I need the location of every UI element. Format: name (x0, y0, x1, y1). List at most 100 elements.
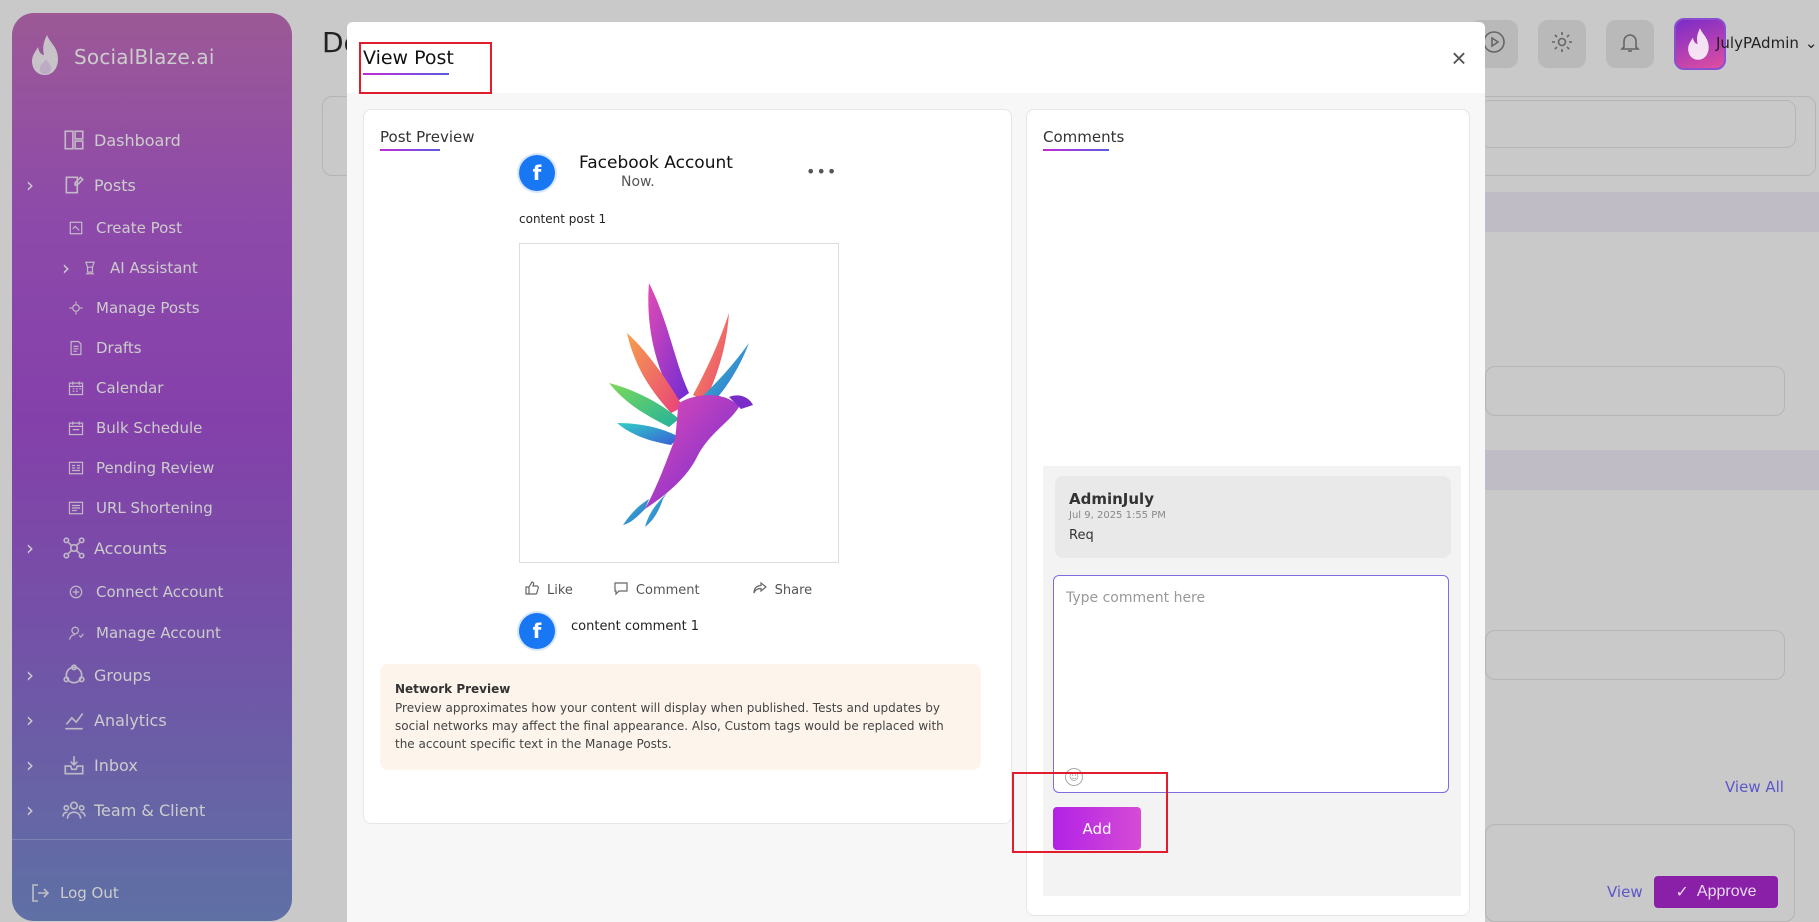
chevron-right-icon[interactable]: › (26, 798, 34, 822)
preview-comment-text: content comment 1 (571, 619, 700, 634)
brand-name: SocialBlaze.ai (74, 45, 215, 69)
calendar-icon (64, 376, 88, 400)
bell-icon (1618, 30, 1642, 58)
sidebar-item-bulk-schedule[interactable]: Bulk Schedule (64, 413, 202, 443)
accounts-icon (62, 536, 86, 560)
sidebar-item-label: Team & Client (94, 800, 206, 820)
background-field (1485, 366, 1785, 416)
comment-input[interactable] (1053, 575, 1449, 793)
sidebar-item-team-client[interactable]: › Team & Client (26, 795, 206, 825)
logout-label: Log Out (60, 884, 119, 902)
url-shortening-icon (64, 496, 88, 520)
notice-title: Network Preview (395, 682, 511, 696)
background-field (1480, 100, 1796, 148)
section-underline (380, 149, 440, 151)
view-link[interactable]: View (1607, 883, 1643, 901)
sidebar-item-label: Inbox (94, 755, 138, 775)
user-name: JulyPAdmin (1716, 34, 1799, 52)
chevron-right-icon[interactable]: › (26, 663, 34, 687)
chevron-down-icon: ⌄ (1804, 34, 1818, 52)
thumbs-up-icon (524, 580, 540, 600)
close-button[interactable]: × (1445, 42, 1473, 73)
close-icon: × (1451, 42, 1467, 73)
logout-icon (28, 881, 52, 905)
post-preview-panel: Post Preview f Facebook Account Now. •••… (363, 109, 1012, 824)
manage-account-icon (64, 621, 88, 645)
highlight-box-title (359, 42, 492, 94)
dashboard-icon (62, 128, 86, 152)
share-icon (752, 580, 768, 600)
post-image (519, 243, 839, 563)
approve-label: Approve (1696, 883, 1757, 900)
background-field (1485, 630, 1785, 680)
post-content: content post 1 (519, 212, 607, 226)
topbar (1470, 18, 1726, 70)
chevron-right-icon[interactable]: › (26, 536, 34, 560)
logout-button[interactable]: Log Out (28, 878, 119, 908)
sidebar-item-pending-review[interactable]: Pending Review (64, 453, 214, 483)
manage-posts-icon (64, 296, 88, 320)
bird-illustration (609, 283, 753, 527)
chevron-right-icon[interactable]: › (26, 708, 34, 732)
sidebar-item-ai-assistant[interactable]: › AI Assistant (62, 253, 198, 283)
sidebar-item-label: Connect Account (96, 583, 224, 601)
sidebar-item-manage-account[interactable]: Manage Account (64, 618, 221, 648)
post-actions: Like Comment Share (524, 580, 812, 600)
user-menu[interactable]: JulyPAdmin ⌄ (1716, 34, 1817, 52)
approve-button[interactable]: ✓ Approve (1654, 876, 1778, 908)
background-band (1485, 450, 1819, 490)
like-label: Like (547, 582, 573, 598)
settings-button[interactable] (1538, 20, 1586, 68)
flame-logo-icon (28, 33, 66, 81)
sidebar-item-analytics[interactable]: › Analytics (26, 705, 167, 735)
comment-button[interactable]: Comment (613, 580, 700, 600)
post-preview-title: Post Preview (380, 128, 475, 151)
chevron-right-icon[interactable]: › (26, 753, 34, 777)
analytics-icon (62, 708, 86, 732)
sidebar-item-manage-posts[interactable]: Manage Posts (64, 293, 200, 323)
sidebar-item-posts[interactable]: › Posts (26, 170, 136, 200)
sidebar-item-calendar[interactable]: Calendar (64, 373, 163, 403)
sidebar-item-accounts[interactable]: › Accounts (26, 533, 167, 563)
sidebar-item-url-shortening[interactable]: URL Shortening (64, 493, 213, 523)
comments-title: Comments (1043, 128, 1124, 151)
share-label: Share (774, 582, 813, 598)
section-underline (1043, 149, 1109, 151)
comment-text: Req (1069, 528, 1094, 543)
sidebar-item-groups[interactable]: › Groups (26, 660, 151, 690)
sidebar-item-label: Dashboard (94, 130, 181, 150)
notifications-button[interactable] (1606, 20, 1654, 68)
share-button[interactable]: Share (752, 580, 813, 600)
sidebar-item-create-post[interactable]: Create Post (64, 213, 182, 243)
preview-comment: f content comment 1 (519, 613, 699, 649)
sidebar-item-inbox[interactable]: › Inbox (26, 750, 138, 780)
chevron-right-icon[interactable]: › (62, 256, 70, 280)
comment-bubble-icon (613, 580, 629, 600)
view-all-link[interactable]: View All (1725, 778, 1784, 796)
sidebar-item-label: Pending Review (96, 459, 215, 477)
sidebar-item-connect-account[interactable]: Connect Account (64, 577, 223, 607)
pending-review-icon (64, 456, 88, 480)
sidebar: SocialBlaze.ai Dashboard › Posts Create Pos… (12, 13, 292, 921)
sidebar-item-label: Accounts (94, 538, 167, 558)
sidebar-item-dashboard[interactable]: Dashboard (62, 125, 181, 155)
view-post-modal: View Post × Post Preview f Facebook Acco… (347, 22, 1485, 922)
sidebar-item-label: Analytics (94, 710, 167, 730)
sidebar-item-label: Posts (94, 175, 136, 195)
like-button[interactable]: Like (524, 580, 573, 600)
connect-account-icon (64, 580, 88, 604)
sidebar-item-label: Manage Account (96, 624, 221, 642)
check-icon: ✓ (1675, 884, 1689, 901)
chevron-right-icon[interactable]: › (26, 173, 34, 197)
post-account-name: Facebook Account (579, 153, 733, 173)
more-options-icon[interactable]: ••• (806, 162, 837, 181)
brand[interactable]: SocialBlaze.ai (28, 33, 215, 81)
team-icon (62, 798, 86, 822)
sidebar-item-label: Manage Posts (96, 299, 200, 317)
sidebar-item-drafts[interactable]: Drafts (64, 333, 142, 363)
modal-header: View Post × (347, 22, 1485, 93)
sidebar-item-label: Calendar (96, 379, 164, 397)
posts-icon (62, 173, 86, 197)
comment-author: AdminJuly (1069, 490, 1154, 508)
create-post-icon (64, 216, 88, 240)
